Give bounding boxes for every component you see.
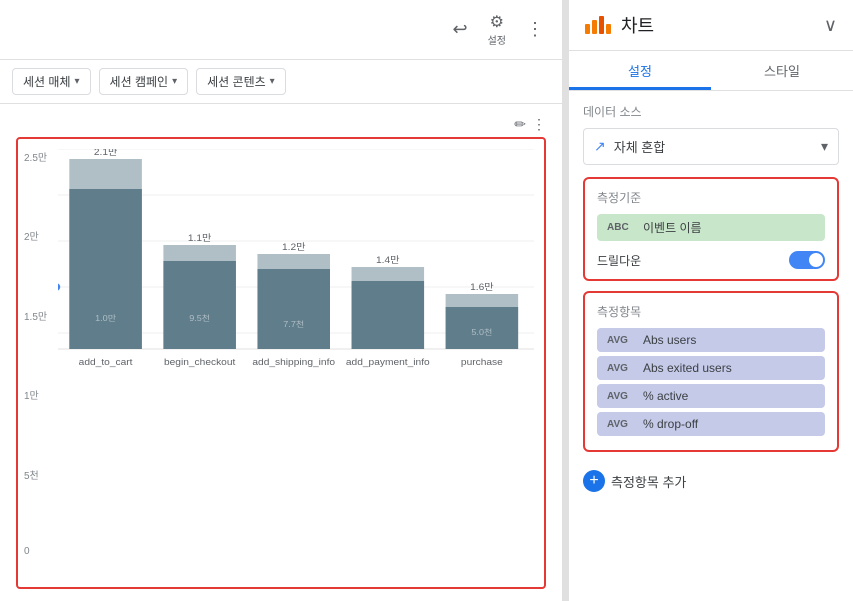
svg-text:add_shipping_info: add_shipping_info: [252, 358, 335, 368]
bar-icon-4: [606, 24, 611, 34]
svg-text:begin_checkout: begin_checkout: [164, 358, 236, 368]
y-label-3: 1만: [24, 387, 47, 402]
filter-label-1: 세션 매체: [23, 73, 71, 90]
undo-icon: ↩: [453, 19, 468, 40]
chart-toolbar: ✏ ⋮: [16, 116, 546, 133]
measure-tag-2: AVG: [607, 391, 635, 402]
more-chart-icon[interactable]: ⋮: [532, 116, 546, 133]
right-header-left: 차트: [585, 12, 654, 38]
filter-bar: 세션 매체 ▾ 세션 캠페인 ▾ 세션 콘텐츠 ▾: [0, 60, 562, 104]
left-panel: ↩ ⚙ 설정 ⋮ 세션 매체 ▾ 세션 캠페인 ▾ 세션 콘텐츠 ▾ ✏ ⋮: [0, 0, 562, 601]
svg-text:purchase: purchase: [461, 358, 503, 368]
filter-label-3: 세션 콘텐츠: [207, 73, 266, 90]
settings-label: 설정: [488, 32, 506, 47]
measure-chip-1[interactable]: AVG Abs exited users: [597, 356, 825, 380]
measure-tag-3: AVG: [607, 419, 635, 430]
data-source-label: 데이터 소스: [583, 103, 839, 120]
drilldown-toggle[interactable]: [789, 251, 825, 269]
tabs-row: 설정 스타일: [569, 51, 853, 91]
filter-label-2: 세션 캠페인: [110, 73, 169, 90]
tab-style[interactable]: 스타일: [711, 51, 853, 90]
more-button[interactable]: ⋮: [520, 15, 550, 44]
chevron-icon-1: ▾: [75, 76, 80, 87]
svg-text:1.6만: 1.6만: [470, 283, 494, 293]
data-source-section: 데이터 소스 ↗ 자체 혼합 ▾: [569, 91, 853, 177]
chart-type-icon: [585, 16, 611, 34]
svg-text:1.1만: 1.1만: [188, 234, 212, 244]
svg-text:1.4만: 1.4만: [376, 256, 400, 266]
right-panel: 차트 ∨ 설정 스타일 데이터 소스 ↗ 자체 혼합 ▾ 측정기준 ABC 이벤…: [568, 0, 853, 601]
chevron-icon-2: ▾: [172, 76, 177, 87]
edit-icon[interactable]: ✏: [514, 116, 526, 133]
svg-text:add_payment_info: add_payment_info: [346, 358, 430, 368]
svg-text:5.0천: 5.0천: [471, 328, 492, 337]
bar-chart-svg: 2.1만 add_to_cart 1.1만 begin_checkout 1.2…: [58, 149, 534, 379]
measure-tag-1: AVG: [607, 363, 635, 374]
measure-chip-0[interactable]: AVG Abs users: [597, 328, 825, 352]
filter-session-campaign[interactable]: 세션 캠페인 ▾: [99, 68, 189, 95]
measure-label-3: % drop-off: [643, 417, 815, 431]
measure-chip-3[interactable]: AVG % drop-off: [597, 412, 825, 436]
y-axis-labels: 2.5만 2만 1.5만 1만 5천 0: [24, 149, 47, 557]
svg-text:2.1만: 2.1만: [94, 149, 118, 158]
settings-icon: ⚙: [490, 12, 504, 32]
data-source-expand[interactable]: ▾: [821, 138, 828, 155]
collapse-button[interactable]: ∨: [824, 15, 837, 36]
dimension-tag: ABC: [607, 222, 635, 233]
data-source-icon: ↗: [594, 138, 606, 155]
svg-text:1.2만: 1.2만: [282, 243, 306, 253]
bar-icon-2: [592, 20, 597, 34]
data-source-name: 자체 혼합: [614, 137, 813, 156]
add-metric-icon: +: [583, 470, 605, 492]
drilldown-label: 드릴다운: [597, 252, 641, 269]
svg-text:add_to_cart: add_to_cart: [79, 358, 133, 368]
drilldown-row: 드릴다운: [597, 245, 825, 269]
right-panel-title: 차트: [621, 12, 654, 38]
dimension-title: 측정기준: [597, 189, 825, 206]
dimension-section: 측정기준 ABC 이벤트 이름 드릴다운: [583, 177, 839, 281]
filter-session-medium[interactable]: 세션 매체 ▾: [12, 68, 91, 95]
chevron-icon-3: ▾: [270, 76, 275, 87]
measure-tag-0: AVG: [607, 335, 635, 346]
measure-label-2: % active: [643, 389, 815, 403]
y-label-0: 2.5만: [24, 149, 47, 164]
data-source-row[interactable]: ↗ 자체 혼합 ▾: [583, 128, 839, 165]
measure-label-0: Abs users: [643, 333, 815, 347]
measures-title: 측정항목: [597, 303, 825, 320]
top-bar: ↩ ⚙ 설정 ⋮: [0, 0, 562, 60]
add-metric-row[interactable]: + 측정항목 추가: [569, 462, 853, 500]
settings-button[interactable]: ⚙ 설정: [482, 8, 512, 51]
chart-area: ✏ ⋮ 2.5만 2만 1.5만 1만 5천 0: [0, 104, 562, 601]
more-icon: ⋮: [526, 19, 544, 40]
y-label-5: 0: [24, 546, 47, 557]
measure-label-1: Abs exited users: [643, 361, 815, 375]
undo-button[interactable]: ↩: [447, 15, 474, 44]
y-label-1: 2만: [24, 228, 47, 243]
chart-container: 2.5만 2만 1.5만 1만 5천 0: [16, 137, 546, 589]
y-label-2: 1.5만: [24, 308, 47, 323]
bar-icon-1: [585, 24, 590, 34]
svg-text:9.5천: 9.5천: [189, 314, 210, 323]
bar-icon-3: [599, 16, 604, 34]
svg-text:1.0만: 1.0만: [95, 314, 116, 323]
filter-session-content[interactable]: 세션 콘텐츠 ▾: [196, 68, 286, 95]
dimension-label: 이벤트 이름: [643, 219, 815, 236]
dimension-chip[interactable]: ABC 이벤트 이름: [597, 214, 825, 241]
right-panel-header: 차트 ∨: [569, 0, 853, 51]
y-label-4: 5천: [24, 467, 47, 482]
measures-section: 측정항목 AVG Abs users AVG Abs exited users …: [583, 291, 839, 452]
svg-text:7.7천: 7.7천: [283, 320, 304, 329]
tab-settings[interactable]: 설정: [569, 51, 711, 90]
measure-chip-2[interactable]: AVG % active: [597, 384, 825, 408]
add-metric-label: 측정항목 추가: [611, 472, 686, 491]
